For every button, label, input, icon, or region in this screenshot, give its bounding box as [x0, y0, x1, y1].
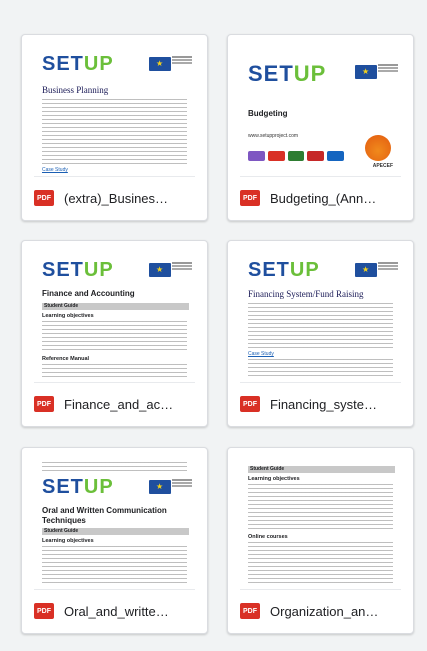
doc-title: Budgeting: [248, 109, 288, 118]
doc-url: www.setupproject.com: [248, 133, 299, 139]
pdf-icon: PDF: [34, 396, 54, 412]
file-card[interactable]: Student Guide Learning objectives Online…: [227, 447, 414, 634]
pdf-icon: PDF: [240, 396, 260, 412]
doc-title-line1: Oral and Written Communication: [42, 506, 167, 515]
doc-text: [42, 462, 187, 474]
pdf-icon: PDF: [240, 603, 260, 619]
doc-title: Finance and Accounting: [42, 289, 135, 298]
file-name: Oral_and_writte…: [64, 603, 169, 619]
file-thumbnail: SETUP Budgeting www.setupproject.com APE…: [240, 47, 401, 177]
doc-title: Business Planning: [42, 85, 109, 95]
eu-flag-icon: [355, 65, 377, 79]
file-thumbnail: SETUP Finance and Accounting Student Gui…: [34, 253, 195, 383]
doc-link: Case Study: [42, 167, 68, 173]
file-card[interactable]: SETUP Budgeting www.setupproject.com APE…: [227, 34, 414, 221]
section-heading: Reference Manual: [42, 356, 90, 362]
eu-flag-icon: [355, 263, 377, 277]
file-card[interactable]: SETUP Finance and Accounting Student Gui…: [21, 240, 208, 427]
file-thumbnail: SETUP Oral and Written Communication Tec…: [34, 460, 195, 590]
section-heading: Learning objectives: [248, 476, 300, 482]
doc-text: [42, 99, 187, 165]
section-heading: Online courses: [248, 534, 288, 540]
section-heading: Learning objectives: [42, 538, 94, 544]
file-thumbnail: Student Guide Learning objectives Online…: [240, 460, 401, 590]
section-heading: Learning objectives: [42, 313, 94, 319]
doc-title-line2: Techniques: [42, 516, 86, 525]
apecef-label: APECEF: [372, 163, 393, 169]
setup-logo: SETUP: [248, 259, 320, 281]
eu-flag-icon: [149, 263, 171, 277]
pdf-icon: PDF: [34, 190, 54, 206]
pdf-icon: PDF: [240, 190, 260, 206]
doc-link: Case Study: [248, 351, 274, 357]
section-bar: Student Guide: [42, 303, 189, 310]
file-name: Finance_and_ac…: [64, 396, 174, 412]
doc-text: [248, 359, 393, 377]
file-thumbnail: SETUP Financing System/Fund Raising Case…: [240, 253, 401, 383]
file-name: Financing_syste…: [270, 396, 377, 412]
pdf-icon: PDF: [34, 603, 54, 619]
doc-text: [248, 303, 393, 349]
file-name: (extra)_Busines…: [64, 190, 169, 206]
doc-text: [42, 364, 187, 378]
apecef-logo-icon: [365, 135, 391, 161]
doc-text: [248, 484, 393, 530]
doc-text: [248, 542, 393, 586]
section-bar: Student Guide: [248, 466, 395, 473]
file-name: Budgeting_(Ann…: [270, 190, 377, 206]
doc-title: Financing System/Fund Raising: [248, 289, 364, 299]
file-name: Organization_an…: [270, 603, 379, 619]
file-card[interactable]: SETUP Financing System/Fund Raising Case…: [227, 240, 414, 427]
doc-text: [42, 321, 187, 353]
setup-logo: SETUP: [42, 259, 114, 281]
file-card[interactable]: SETUP Oral and Written Communication Tec…: [21, 447, 208, 634]
section-bar: Student Guide: [42, 528, 189, 535]
eu-flag-icon: [149, 480, 171, 494]
setup-logo: SETUP: [42, 476, 114, 498]
file-thumbnail: SETUP Business Planning Case Study: [34, 47, 195, 177]
setup-logo: SETUP: [248, 61, 327, 86]
partner-logos: [248, 151, 344, 165]
doc-text: [42, 546, 187, 586]
file-card[interactable]: SETUP Business Planning Case Study PDF (…: [21, 34, 208, 221]
file-grid: SETUP Business Planning Case Study PDF (…: [0, 0, 427, 651]
eu-flag-icon: [149, 57, 171, 71]
setup-logo: SETUP: [42, 53, 114, 75]
